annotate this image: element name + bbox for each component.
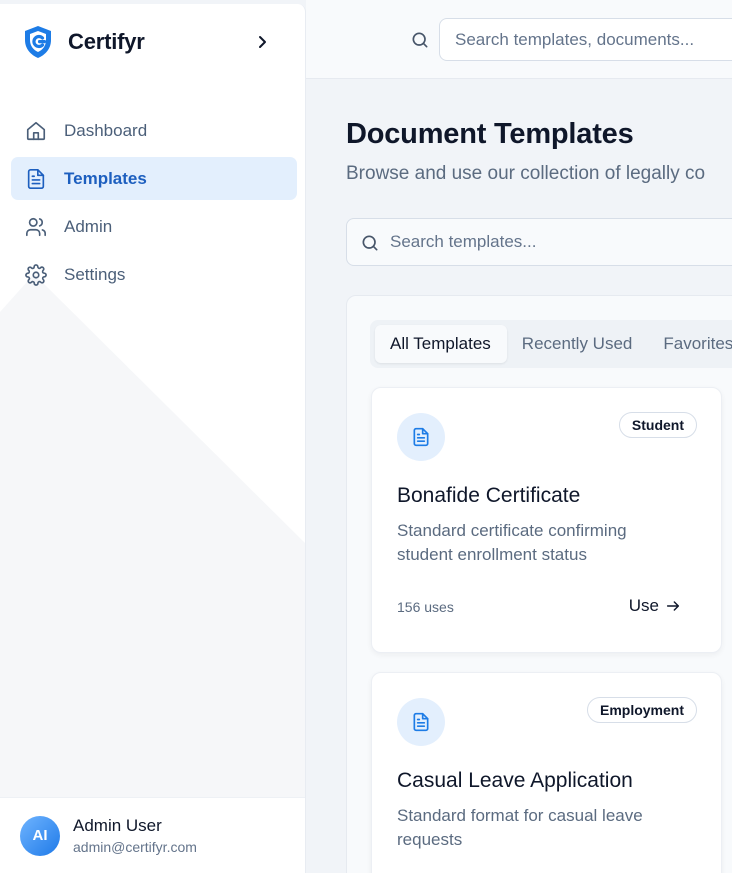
sidebar-nav: Dashboard Templates Admin Settings	[11, 109, 297, 301]
use-template-button[interactable]: Use	[629, 596, 681, 616]
card-title: Bonafide Certificate	[397, 484, 581, 507]
user-info: Admin User admin@certifyr.com	[73, 816, 197, 855]
tab-favorites[interactable]: Favorites	[648, 325, 732, 363]
sidebar-item-label: Admin	[64, 216, 113, 236]
sidebar-item-settings[interactable]: Settings	[11, 253, 297, 296]
sidebar-item-dashboard[interactable]: Dashboard	[11, 109, 297, 152]
template-search-input[interactable]	[390, 219, 730, 265]
sidebar-item-templates[interactable]: Templates	[11, 157, 297, 200]
template-search	[346, 218, 732, 266]
avatar: AI	[20, 815, 60, 856]
file-text-icon	[24, 167, 48, 191]
template-card[interactable]: Student Bonafide Certificate Standard ce…	[371, 387, 722, 653]
user-profile[interactable]: AI Admin User admin@certifyr.com	[0, 797, 305, 873]
topbar	[306, 0, 732, 79]
category-badge: Employment	[586, 697, 697, 723]
use-button-label: Use	[628, 596, 659, 615]
app-name: Certifyr	[68, 29, 145, 54]
tab-all-templates[interactable]: All Templates	[375, 325, 507, 363]
certifyr-logo-icon	[24, 25, 52, 59]
sidebar-item-admin[interactable]: Admin	[11, 205, 297, 248]
chevron-right-icon	[259, 36, 266, 48]
card-description: Standard format for casual leave request…	[397, 806, 643, 849]
document-icon	[397, 698, 445, 746]
page-subtitle: Browse and use our collection of legally…	[346, 163, 706, 184]
category-badge: Student	[618, 412, 697, 438]
document-icon	[397, 413, 445, 461]
search-icon	[412, 32, 428, 48]
page-title: Document Templates	[346, 118, 634, 150]
users-icon	[24, 215, 48, 239]
usage-count: 156 uses	[397, 599, 454, 615]
sidebar-item-label: Templates	[64, 168, 147, 188]
user-email: admin@certifyr.com	[73, 839, 197, 855]
template-card[interactable]: Employment Casual Leave Application Stan…	[371, 672, 722, 873]
search-icon	[362, 235, 378, 251]
sidebar: Certifyr Dashboard Templates Admin Setti…	[0, 4, 306, 873]
tab-recently-used[interactable]: Recently Used	[507, 325, 649, 363]
global-search-input[interactable]	[439, 18, 732, 61]
user-name: Admin User	[73, 816, 162, 835]
arrow-right-icon	[666, 601, 680, 611]
sidebar-item-label: Settings	[64, 264, 126, 284]
brand[interactable]: Certifyr	[24, 24, 145, 60]
home-icon	[24, 119, 48, 143]
sidebar-collapse-button[interactable]	[250, 30, 274, 54]
gear-icon	[24, 263, 48, 287]
template-tabs: All Templates Recently Used Favorites	[370, 320, 732, 368]
card-description: Standard certificate confirming student …	[397, 521, 627, 564]
sidebar-item-label: Dashboard	[64, 120, 148, 140]
card-title: Casual Leave Application	[397, 769, 633, 792]
